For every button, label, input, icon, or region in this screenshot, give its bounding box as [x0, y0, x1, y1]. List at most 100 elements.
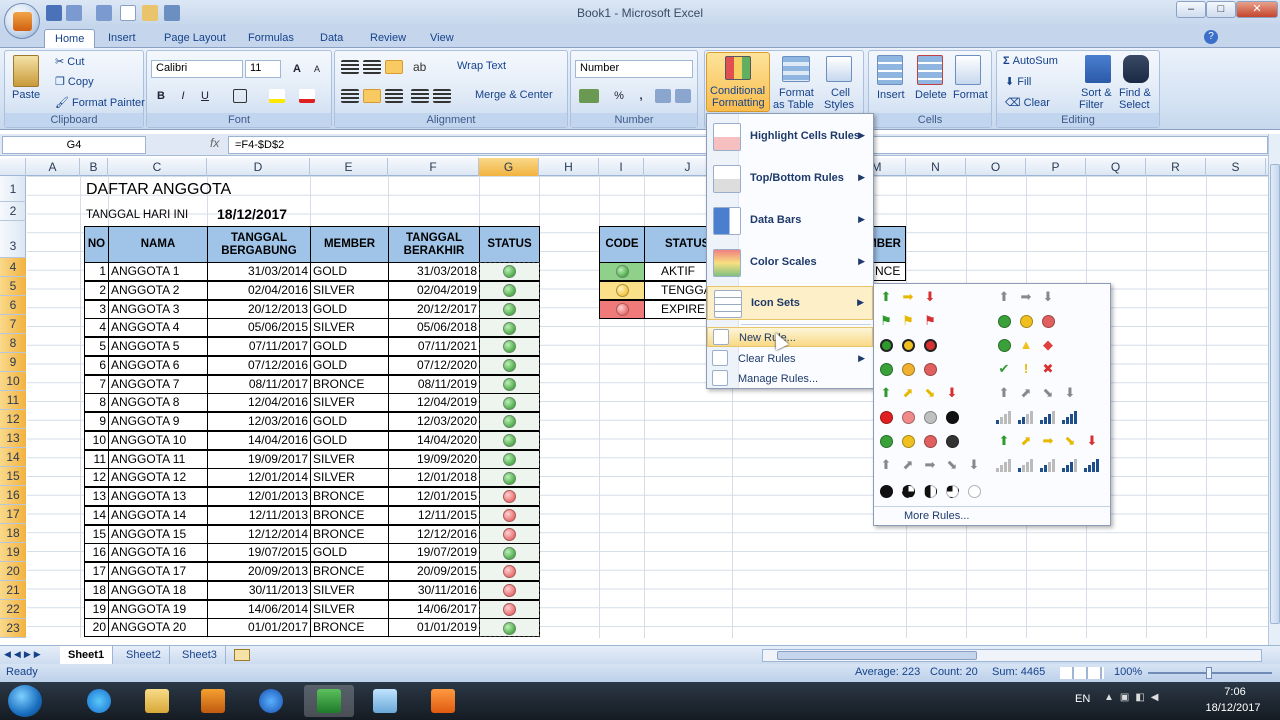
- cell-status[interactable]: [479, 280, 540, 300]
- align-right-icon[interactable]: [385, 89, 403, 103]
- format-cells-icon[interactable]: [955, 55, 981, 85]
- cell-status[interactable]: [479, 374, 540, 394]
- legend-status-cell[interactable]: TENGGA: [644, 280, 708, 300]
- row-header[interactable]: 12: [0, 410, 26, 429]
- grow-font-button[interactable]: A: [287, 60, 307, 78]
- cell-status[interactable]: [479, 524, 540, 544]
- cell-end[interactable]: 12/03/2020: [388, 412, 480, 431]
- insert-cells-icon[interactable]: [877, 55, 903, 85]
- cell-no[interactable]: 14: [84, 505, 109, 525]
- shrink-font-button[interactable]: A: [307, 60, 327, 78]
- row-header[interactable]: 11: [0, 391, 26, 410]
- close-button[interactable]: ✕: [1236, 1, 1278, 18]
- menu-manage-rules[interactable]: Manage Rules...: [707, 368, 873, 388]
- cell-no[interactable]: 19: [84, 599, 109, 619]
- cut-button[interactable]: ✂ Cut: [55, 55, 84, 68]
- row-header[interactable]: 2: [0, 202, 26, 221]
- row-header[interactable]: 10: [0, 372, 26, 391]
- row-header[interactable]: 6: [0, 296, 26, 315]
- cell-end[interactable]: 20/12/2017: [388, 299, 480, 319]
- taskbar-explorer[interactable]: [132, 685, 182, 717]
- merge-center-button[interactable]: Merge & Center: [475, 89, 553, 101]
- fill-color-icon[interactable]: [269, 89, 285, 103]
- menu-highlight-cells-rules[interactable]: Highlight Cells Rules ▶: [707, 120, 873, 154]
- iconset-3-symbols-circled[interactable]: [878, 358, 938, 380]
- cell-styles-label-2[interactable]: Styles: [824, 99, 854, 111]
- cell-nama[interactable]: ANGGOTA 19: [108, 599, 208, 619]
- cell-end[interactable]: 19/09/2020: [388, 449, 480, 469]
- cell-join[interactable]: 07/11/2017: [207, 337, 311, 356]
- iconset-red-to-black[interactable]: [878, 406, 960, 428]
- cell-member[interactable]: GOLD: [310, 337, 389, 356]
- cell-no[interactable]: 8: [84, 393, 109, 413]
- cell-no[interactable]: 5: [84, 337, 109, 356]
- row-header[interactable]: 23: [0, 619, 26, 638]
- row-header[interactable]: 1: [0, 176, 26, 202]
- cell-no[interactable]: 9: [84, 412, 109, 431]
- cell-end[interactable]: 07/12/2020: [388, 355, 480, 375]
- col-header[interactable]: H: [539, 158, 599, 176]
- menu-icon-sets[interactable]: Icon Sets ▶: [707, 286, 873, 320]
- cell-status[interactable]: [479, 580, 540, 600]
- iconset-3-arrows-gray[interactable]: ⬆ ➡ ⬇: [996, 286, 1056, 308]
- cell-join[interactable]: 08/11/2017: [207, 374, 311, 394]
- row-header[interactable]: 22: [0, 600, 26, 619]
- taskbar-recorder[interactable]: [418, 685, 468, 717]
- row-header[interactable]: 18: [0, 524, 26, 543]
- bold-button[interactable]: B: [151, 87, 171, 105]
- cell-end[interactable]: 14/04/2020: [388, 430, 480, 450]
- cell-styles-label-1[interactable]: Cell: [831, 87, 850, 99]
- currency-icon[interactable]: [579, 89, 599, 103]
- col-header[interactable]: S: [1206, 158, 1266, 176]
- cell-join[interactable]: 12/03/2016: [207, 412, 311, 431]
- col-header[interactable]: F: [388, 158, 479, 176]
- cell-nama[interactable]: ANGGOTA 2: [108, 280, 208, 300]
- cell-status[interactable]: [479, 618, 540, 638]
- language-indicator[interactable]: EN: [1075, 693, 1090, 705]
- decrease-indent-icon[interactable]: [411, 89, 429, 103]
- cell-no[interactable]: 13: [84, 487, 109, 506]
- row-header[interactable]: 14: [0, 448, 26, 467]
- cell-nama[interactable]: ANGGOTA 6: [108, 355, 208, 375]
- row-header[interactable]: 9: [0, 353, 26, 372]
- cell-end[interactable]: 07/11/2021: [388, 337, 480, 356]
- cell-end[interactable]: 20/09/2015: [388, 562, 480, 581]
- tab-home[interactable]: Home: [44, 29, 96, 49]
- cell-nama[interactable]: ANGGOTA 10: [108, 430, 208, 450]
- taskbar-excel[interactable]: [304, 685, 354, 717]
- font-size-select[interactable]: 11: [245, 60, 281, 78]
- cell-no[interactable]: 11: [84, 449, 109, 469]
- menu-top-bottom-rules[interactable]: Top/Bottom Rules ▶: [707, 162, 873, 196]
- iconset-5-ratings[interactable]: [996, 454, 1100, 476]
- menu-clear-rules[interactable]: Clear Rules ▶: [707, 348, 873, 368]
- delete-cells-button[interactable]: Delete: [915, 89, 947, 101]
- align-middle-icon[interactable]: [363, 60, 381, 74]
- name-box[interactable]: G4: [2, 136, 146, 154]
- zoom-slider-thumb[interactable]: [1206, 667, 1212, 679]
- cell-no[interactable]: 4: [84, 318, 109, 338]
- sheet-nav-icon[interactable]: ◀◀▶▶: [4, 649, 44, 660]
- cell-end[interactable]: 30/11/2016: [388, 580, 480, 600]
- cell-no[interactable]: 10: [84, 430, 109, 450]
- cell-member[interactable]: BRONCE: [310, 618, 389, 638]
- cell-status[interactable]: [479, 430, 540, 450]
- cell-nama[interactable]: ANGGOTA 11: [108, 449, 208, 469]
- cell-join[interactable]: 20/12/2013: [207, 299, 311, 319]
- conditional-formatting-button[interactable]: Conditional Formatting: [706, 52, 770, 112]
- cell-member[interactable]: SILVER: [310, 449, 389, 469]
- zoom-level[interactable]: 100%: [1114, 666, 1142, 678]
- cell-no[interactable]: 7: [84, 374, 109, 394]
- cell-member[interactable]: GOLD: [310, 355, 389, 375]
- cell-no[interactable]: 2: [84, 280, 109, 300]
- tab-page-layout[interactable]: Page Layout: [154, 29, 236, 48]
- date-value[interactable]: 18/12/2017: [217, 205, 287, 224]
- format-table-label-2[interactable]: as Table: [773, 99, 814, 111]
- row-header[interactable]: 15: [0, 467, 26, 486]
- col-header[interactable]: A: [26, 158, 80, 176]
- cell-join[interactable]: 05/06/2015: [207, 318, 311, 338]
- row-header[interactable]: 21: [0, 581, 26, 600]
- insert-sheet-icon[interactable]: [234, 649, 250, 661]
- iconset-4-arrows-colored[interactable]: ⬆ ⬈ ⬊ ⬇: [878, 382, 960, 404]
- font-name-select[interactable]: Calibri: [151, 60, 243, 78]
- legend-status-cell[interactable]: EXPIRED: [644, 299, 708, 319]
